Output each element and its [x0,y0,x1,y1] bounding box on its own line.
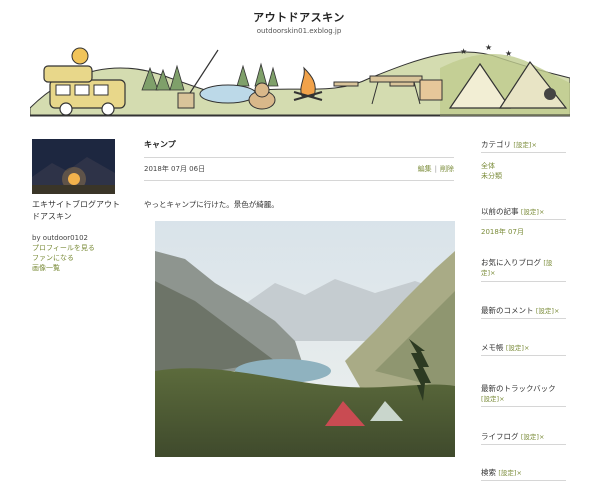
blog-url: outdoorskin01.exblog.jp [256,27,342,35]
archive-link[interactable]: 2018年 07月 [481,227,524,237]
header-illustration: ★ ★ ★ [30,43,570,117]
close-icon[interactable]: × [499,395,504,403]
delete-link[interactable]: 削除 [440,165,454,173]
divider [481,219,566,220]
close-icon[interactable]: × [539,433,544,441]
sidebar-title-label: カテゴリ [481,140,511,149]
fan-link[interactable]: ファンになる [32,253,74,263]
profile-image[interactable] [32,139,115,194]
post-photo[interactable] [155,221,455,457]
post-body: やっとキャンプに行けた。景色が綺麗。 [144,200,279,209]
svg-text:★: ★ [505,49,512,58]
separator: | [434,165,437,173]
category-link-all[interactable]: 全体 [481,161,495,171]
close-icon[interactable]: × [554,307,559,315]
setting-link[interactable]: [設定] [481,395,499,403]
svg-text:★: ★ [485,43,492,52]
setting-link[interactable]: [設定] [498,469,516,477]
close-icon[interactable]: × [524,344,529,352]
category-link-uncategorized[interactable]: 未分類 [481,171,502,181]
sidebar-title-memo: メモ帳 [設定]× [481,342,529,353]
post-actions: 編集 | 削除 [418,164,454,174]
sidebar-title-favorite-blogs: お気に入りブログ [設定]× [481,258,561,278]
post-title[interactable]: キャンプ [144,139,176,150]
divider [481,281,566,282]
close-icon[interactable]: × [539,208,544,216]
sidebar-title-label: ライフログ [481,432,519,441]
divider [481,318,566,319]
profile-name: エキサイトブログアウトドアスキン [32,200,120,221]
sidebar-title-latest-comments: 最新のコメント [設定]× [481,305,559,316]
sidebar-title-category: カテゴリ [設定]× [481,139,537,150]
profile-author: by outdoor0102 [32,234,88,242]
sidebar-title-label: 最新のトラックバック [481,384,556,393]
setting-link[interactable]: [設定] [506,344,524,352]
divider [481,480,566,481]
image-list-link[interactable]: 画像一覧 [32,263,60,273]
sidebar-title-label: 最新のコメント [481,306,534,315]
sidebar-title-label: お気に入りブログ [481,258,541,267]
edit-link[interactable]: 編集 [418,165,432,173]
divider [144,157,454,158]
setting-link[interactable]: [設定] [521,208,539,216]
svg-text:★: ★ [460,47,467,56]
close-icon[interactable]: × [531,141,536,149]
profile-link[interactable]: プロフィールを見る [32,243,95,253]
sidebar-title-lifelog: ライフログ [設定]× [481,431,544,442]
setting-link[interactable]: [設定] [521,433,539,441]
blog-title[interactable]: アウトドアスキン [0,9,598,25]
dog-icon [248,82,276,110]
post-date: 2018年 07月 06日 [144,165,206,173]
sidebar-title-label: 検索 [481,468,496,477]
setting-link[interactable]: [設定] [513,141,531,149]
close-icon[interactable]: × [490,269,495,277]
divider [481,152,566,153]
divider [481,406,566,407]
divider [481,444,566,445]
sidebar-title-label: 以前の記事 [481,207,519,216]
sidebar-title-trackback: 最新のトラックバック [設定]× [481,384,561,404]
divider [144,180,454,181]
close-icon[interactable]: × [516,469,521,477]
sidebar-title-archive: 以前の記事 [設定]× [481,206,544,217]
divider [481,355,566,356]
setting-link[interactable]: [設定] [536,307,554,315]
sidebar-title-search: 検索 [設定]× [481,467,522,478]
sidebar-title-label: メモ帳 [481,343,504,352]
